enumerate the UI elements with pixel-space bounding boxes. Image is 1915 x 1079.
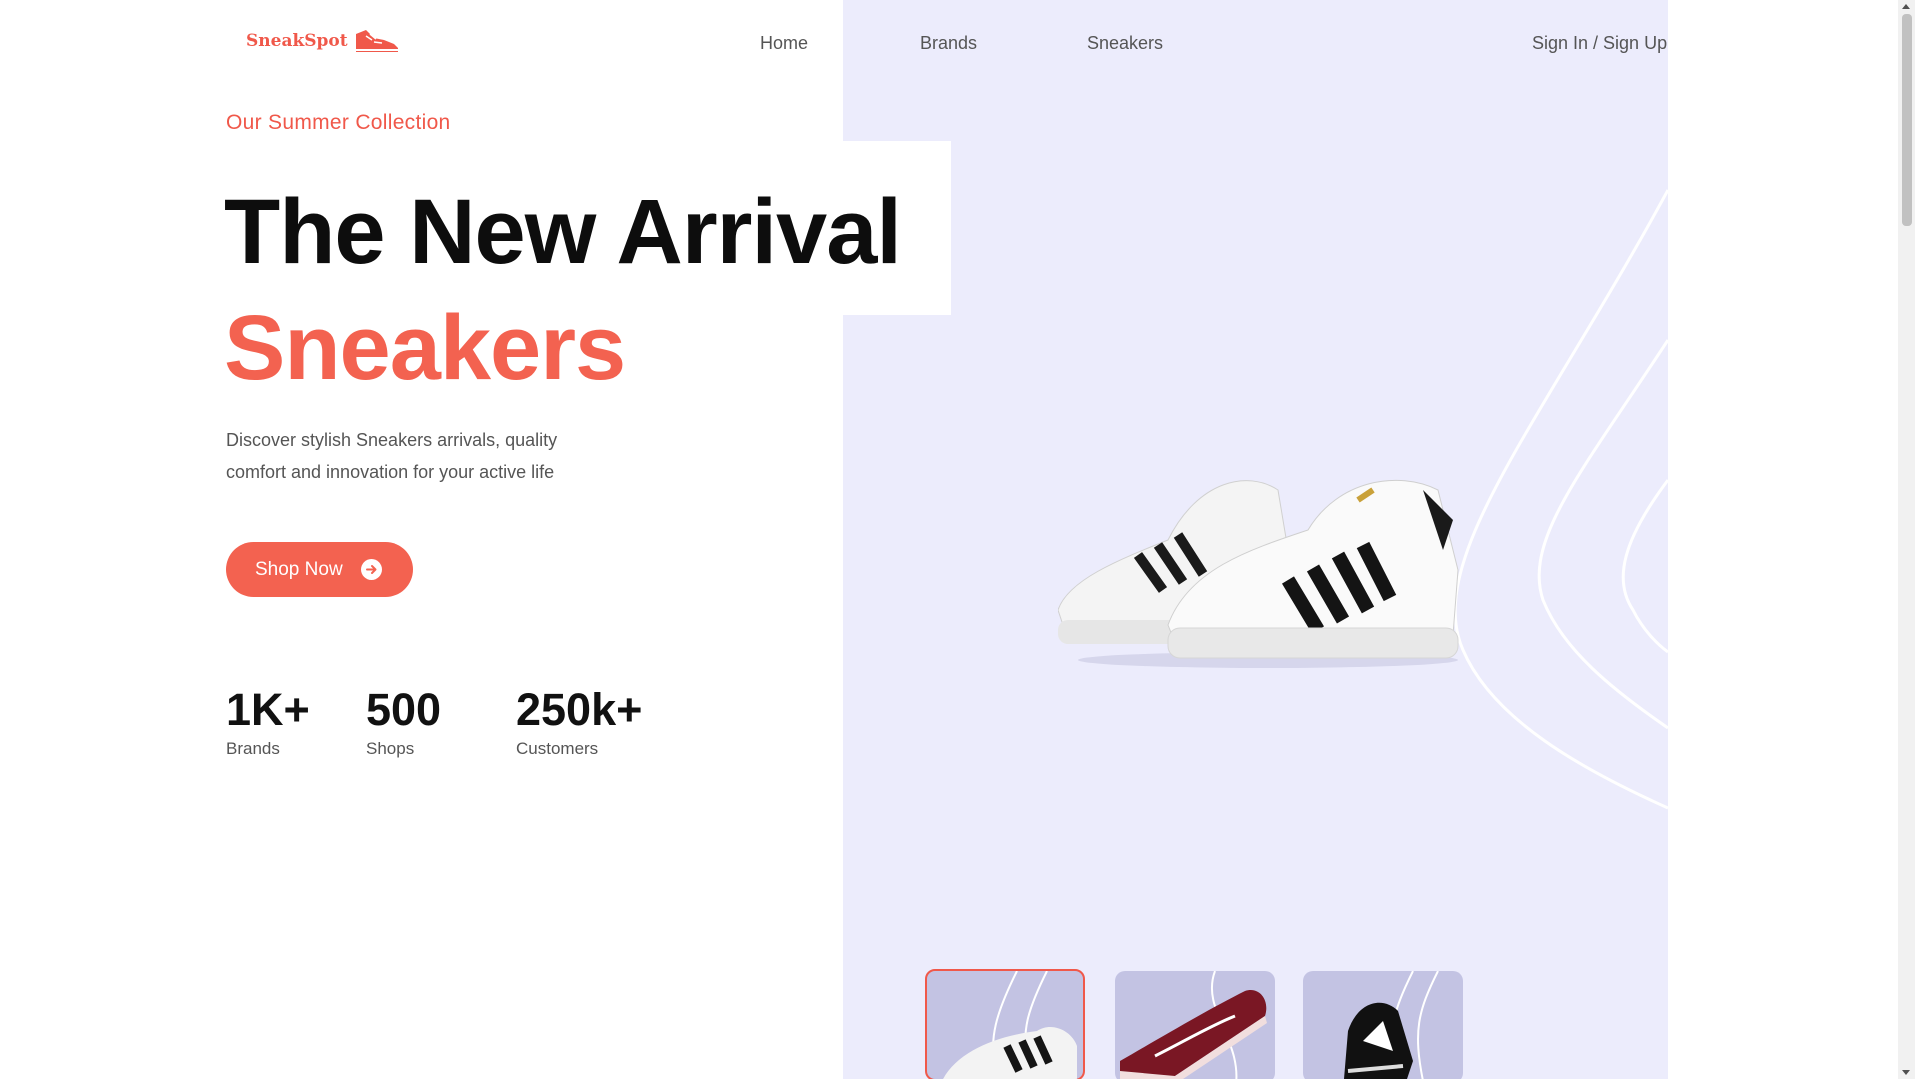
stat-label: Customers xyxy=(516,739,599,758)
stat-value: 250k+ xyxy=(516,684,643,735)
burgundy-skate-sneaker-image xyxy=(1120,971,1267,1079)
nav-link-brands[interactable]: Brands xyxy=(920,33,977,54)
scrollbar-thumb[interactable] xyxy=(1902,14,1912,226)
stat-brands: 1K+ Brands xyxy=(226,683,310,759)
stat-customers: 250k+ Customers xyxy=(516,683,642,759)
stat-label: Brands xyxy=(226,739,280,758)
hero-eyebrow: Our Summer Collection xyxy=(226,111,451,134)
scroll-down-arrow-icon[interactable] xyxy=(1902,1070,1910,1075)
black-patent-sneaker-image xyxy=(1344,971,1439,1079)
white-black-stripe-sneaker-image xyxy=(943,971,1077,1079)
hero-sneaker-image xyxy=(1058,479,1459,668)
stat-value: 500 xyxy=(366,684,442,735)
thumbnail-sneaker-2[interactable] xyxy=(1115,971,1275,1079)
thumbnail-sneaker-3[interactable] xyxy=(1303,971,1463,1079)
stat-value: 1K+ xyxy=(226,684,310,735)
nav-link-sneakers[interactable]: Sneakers xyxy=(1087,33,1163,54)
sign-in-sign-up-link[interactable]: Sign In / Sign Up xyxy=(1532,33,1667,54)
hero-description: Discover stylish Sneakers arrivals, qual… xyxy=(226,430,558,482)
sneaker-icon xyxy=(355,30,398,52)
shop-now-label: Shop Now xyxy=(255,558,343,580)
scroll-up-arrow-icon[interactable] xyxy=(1902,4,1910,9)
logo[interactable]: SneakSpot xyxy=(246,28,400,54)
stat-shops: 500 Shops xyxy=(366,683,441,759)
nav-link-home[interactable]: Home xyxy=(760,33,808,54)
logo-text: SneakSpot xyxy=(246,31,348,51)
hero-headline-accent: Sneakers xyxy=(224,297,626,399)
hero-headline: The New Arrival xyxy=(224,181,902,283)
shop-now-button[interactable]: Shop Now xyxy=(226,542,413,597)
thumbnail-sneaker-1[interactable] xyxy=(925,969,1085,1079)
arrow-right-circle-icon xyxy=(360,559,382,580)
stat-label: Shops xyxy=(366,739,415,758)
page-scrollbar[interactable] xyxy=(1898,0,1915,1079)
